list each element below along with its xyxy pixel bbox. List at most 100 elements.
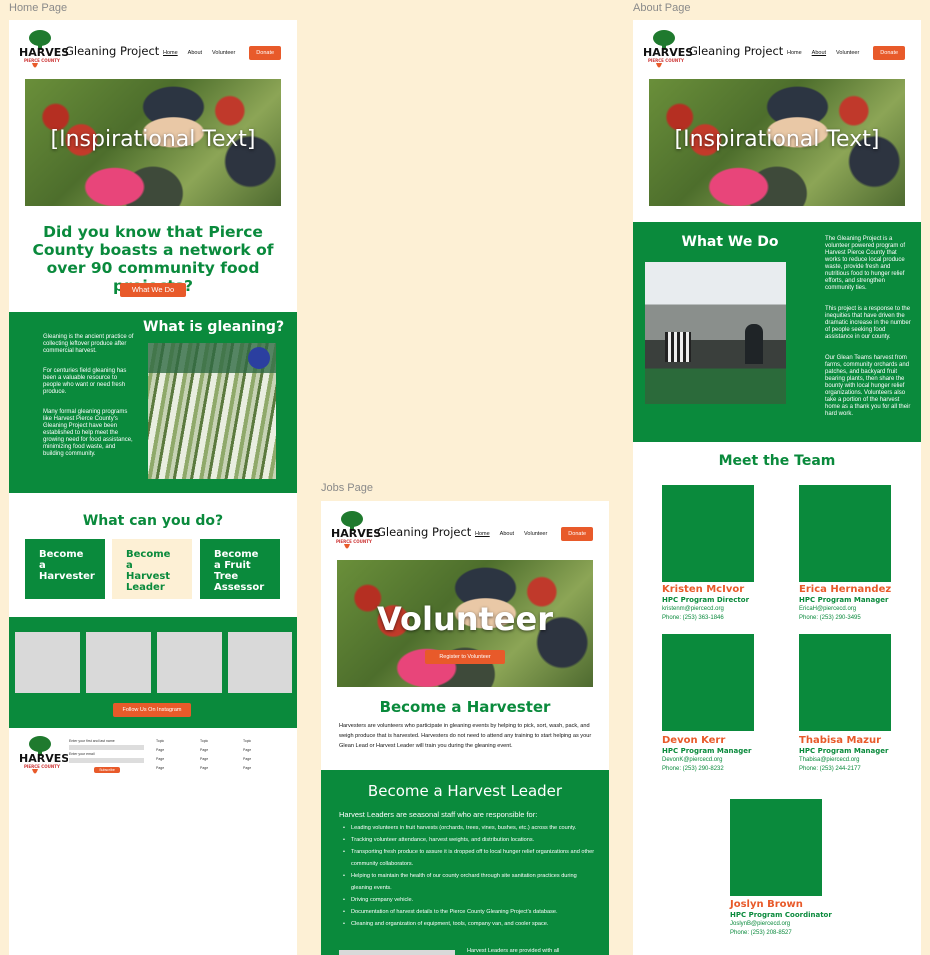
footer-logo[interactable]: HARVEST PIERCE COUNTY [18,734,77,778]
harvest-logo[interactable]: HARVEST PIERCE COUNTY [330,509,389,553]
team-name: Kristen McIvor [662,584,745,595]
cando-heading: What can you do? [82,513,224,529]
nav-home[interactable]: Home [163,50,178,56]
instagram-photo-1[interactable] [15,632,80,693]
what-we-do-photo [645,262,786,404]
donate-button[interactable]: Donate [249,46,282,60]
nav-about[interactable]: About [500,531,514,537]
instagram-section: Follow Us On Instagram [9,617,297,728]
leader-section: Become a Harvest Leader Harvest Leaders … [321,770,609,955]
footer-col-3: Topic Page Page Page [243,737,251,773]
card-harvest-leader[interactable]: Become a Harvest Leader [112,539,192,599]
nav-volunteer[interactable]: Volunteer [212,50,235,56]
footer-link[interactable]: Page [243,764,251,773]
leader-photo [339,950,455,955]
svg-text:PIERCE COUNTY: PIERCE COUNTY [648,58,684,63]
donate-button[interactable]: Donate [873,46,906,60]
nav-home[interactable]: Home [787,50,802,56]
site-title: Gleaning Project [689,44,784,58]
instagram-button[interactable]: Follow Us On Instagram [113,703,191,717]
team-photo-devon [662,634,754,731]
gleaning-p1: Gleaning is the ancient practice of coll… [43,334,134,354]
footer-link[interactable]: Page [243,746,251,755]
what-we-do-button[interactable]: What We Do [120,283,186,297]
team-name: Thabisa Mazur [799,735,882,746]
list-item: Leading volunteers in fruit harvests (or… [343,822,595,834]
harvester-text: Harvesters are volunteers who participat… [339,723,592,749]
list-item: Transporting fresh produce to assure it … [343,846,595,870]
nav-volunteer[interactable]: Volunteer [524,531,547,537]
team-phone: Phone: (253) 363-1846 [662,615,724,621]
team-role: HPC Program Manager [662,747,752,755]
gleaning-p3: Many formal gleaning programs like Harve… [43,409,133,457]
subscribe-button[interactable]: Subscribe [94,767,120,773]
list-item: Helping to maintain the health of our co… [343,870,595,894]
footer-col-1: Topic Page Page Page [156,737,164,773]
team-email[interactable]: JoslynB@piercecd.org [730,920,790,929]
gleaning-p2: For centuries field gleaning has been a … [43,368,127,395]
team-phone: Phone: (253) 208-8527 [730,930,792,936]
instagram-photo-4[interactable] [228,632,292,693]
nav-about[interactable]: About [812,50,826,56]
svg-text:PIERCE COUNTY: PIERCE COUNTY [336,539,372,544]
list-item: Cleaning and organization of equipment, … [343,918,595,930]
harvest-logo[interactable]: HARVEST PIERCE COUNTY [18,28,77,72]
site-title: Gleaning Project [377,525,472,539]
footer-link[interactable]: Page [200,755,208,764]
footer-email-label: Enter your email [69,752,95,756]
footer-link[interactable]: Page [156,755,164,764]
harvest-logo[interactable]: HARVEST PIERCE COUNTY [642,28,701,72]
nav-volunteer[interactable]: Volunteer [836,50,859,56]
footer-link[interactable]: Page [200,764,208,773]
donate-button[interactable]: Donate [561,527,594,541]
card-fruit-tree-assessor[interactable]: Become a Fruit Tree Assessor [200,539,280,599]
what-we-do-p2: This project is a response to the inequi… [825,306,911,340]
team-phone: Phone: (253) 244-2177 [799,766,861,772]
svg-text:PIERCE COUNTY: PIERCE COUNTY [24,764,60,769]
what-we-do-section: What We Do The Gleaning Project is a vol… [633,222,921,442]
team-email[interactable]: EricaH@piercecd.org [799,605,856,614]
team-role: HPC Program Coordinator [730,911,832,919]
nav-about[interactable]: About [188,50,202,56]
leader-duties-list: Leading volunteers in fruit harvests (or… [343,822,595,930]
footer-name-input[interactable] [69,745,144,750]
about-hero-text: [Inspirational Text] [674,127,880,152]
card-harvester[interactable]: Become a Harvester [25,539,105,599]
team-email[interactable]: Thabisa@piercecd.org [799,756,859,765]
team-name: Erica Hernandez [799,584,892,595]
jobs-hero-image: Volunteer Register to Volunteer [337,560,593,687]
team-name: Devon Kerr [662,735,726,746]
about-hero-image: [Inspirational Text] [649,79,905,206]
home-page-frame: HARVEST PIERCE COUNTY Gleaning Project H… [9,20,297,955]
footer-link[interactable]: Page [243,755,251,764]
what-we-do-p3: Our Glean Teams harvest from farms, comm… [825,355,911,417]
team-name: Joslyn Brown [730,899,803,910]
svg-text:PIERCE COUNTY: PIERCE COUNTY [24,58,60,63]
footer-link[interactable]: Page [156,746,164,755]
footer-link[interactable]: Page [156,764,164,773]
leader-footer-text: Harvest Leaders are provided with all [467,948,560,954]
footer-link[interactable]: Page [200,746,208,755]
list-item: Driving company vehicle. [343,894,595,906]
home-hero-text: [Inspirational Text] [50,127,256,152]
list-item: Documentation of harvest details to the … [343,906,595,918]
instagram-photo-3[interactable] [157,632,222,693]
jobs-page-frame: HARVEST PIERCE COUNTY Gleaning Project H… [321,501,609,955]
jobs-hero-text: Volunteer [376,600,553,638]
team-email[interactable]: DevonK@piercecd.org [662,756,722,765]
nav-home[interactable]: Home [475,531,490,537]
instagram-photo-2[interactable] [86,632,151,693]
gleaning-photo [148,343,276,479]
footer-name-label: Enter your first and last name [69,739,115,743]
jobs-page-label: Jobs Page [321,482,373,494]
team-phone: Phone: (253) 290-8232 [662,766,724,772]
footer-email-input[interactable] [69,758,144,763]
home-page-label: Home Page [9,2,68,14]
team-email[interactable]: kristenm@piercecd.org [662,605,724,614]
team-photo-erica [799,485,891,582]
team-photo-kristen [662,485,754,582]
team-photo-thabisa [799,634,891,731]
leader-heading: Become a Harvest Leader [367,782,563,800]
team-role: HPC Program Manager [799,596,889,604]
register-volunteer-button[interactable]: Register to Volunteer [425,650,505,664]
